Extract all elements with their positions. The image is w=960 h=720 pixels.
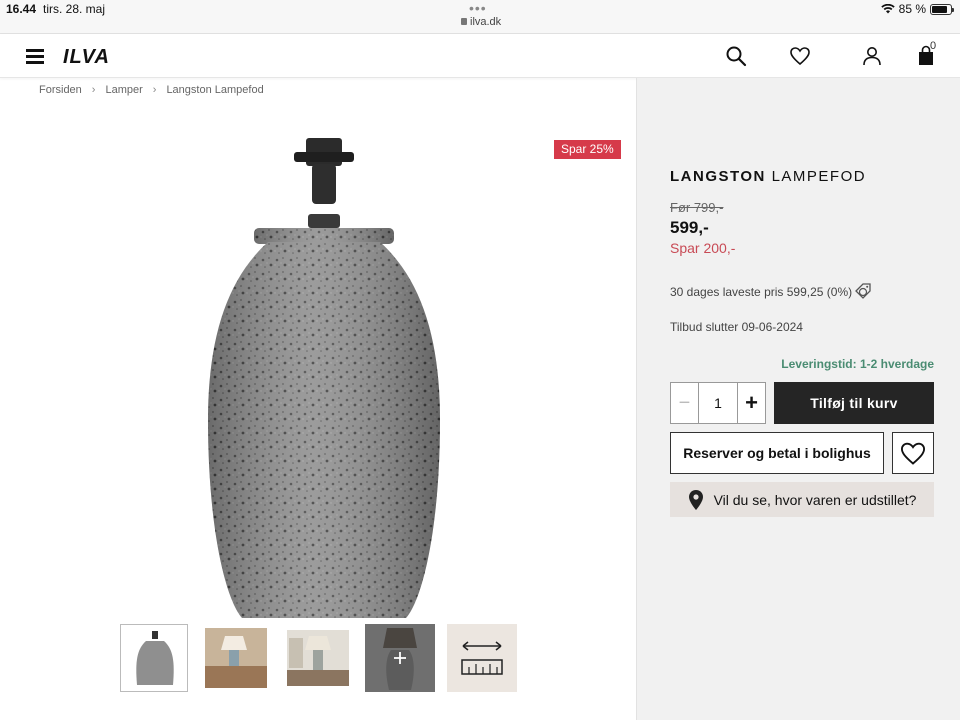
location-pin-icon <box>688 489 703 510</box>
thumbnail-dimensions[interactable] <box>447 624 517 692</box>
offer-end-date: Tilbud slutter 09-06-2024 <box>670 320 803 334</box>
breadcrumb-separator: › <box>91 84 96 96</box>
breadcrumb-separator: › <box>152 84 157 96</box>
battery-level: 85 % <box>898 2 926 16</box>
wishlist-button[interactable] <box>892 432 934 474</box>
address-bar[interactable]: ilva.dk <box>461 16 501 28</box>
status-date: tirs. 28. maj <box>43 2 106 16</box>
lock-icon <box>461 18 467 25</box>
lamp-base-thumbnail-image <box>136 631 174 685</box>
lamp-with-shade-thumbnail-image <box>365 624 435 692</box>
battery-icon <box>930 3 954 15</box>
thumbnail-more[interactable] <box>365 624 435 692</box>
showroom-label: Vil du se, hvor varen er udstillet? <box>713 491 917 508</box>
thumbnail-1[interactable] <box>120 624 188 692</box>
status-time: 16.44 <box>6 2 37 16</box>
reserve-button[interactable]: Reserver og betal i bolighus <box>670 432 884 474</box>
breadcrumb-item: Langston Lampefod <box>166 84 264 96</box>
product-title-rest: LAMPEFOD <box>771 168 867 185</box>
product-image[interactable] <box>190 130 460 620</box>
tab-dots[interactable]: ••• <box>469 0 487 16</box>
room-scene-thumbnail-image <box>287 630 349 686</box>
brand-logo[interactable]: ILVA <box>63 46 110 69</box>
breadcrumb-item[interactable]: Forsiden <box>39 84 82 96</box>
search-icon[interactable] <box>724 44 748 68</box>
menu-icon[interactable] <box>26 49 44 64</box>
product-title-strong: LANGSTON <box>670 168 766 185</box>
cart-count-badge: 0 <box>930 40 937 52</box>
old-price: Før 799,- <box>670 200 724 215</box>
status-bar: 16.44 tirs. 28. maj ••• ilva.dk 85 % <box>0 0 960 34</box>
thumbnail-2[interactable] <box>205 628 267 688</box>
user-icon[interactable] <box>860 44 884 68</box>
heart-icon[interactable] <box>788 44 812 68</box>
discount-badge: Spar 25% <box>554 140 621 159</box>
wifi-icon <box>880 4 895 14</box>
quantity-stepper: − 1 + <box>670 382 766 424</box>
delivery-time: Leveringstid: 1-2 hverdage <box>781 357 934 371</box>
price-tag-info-icon[interactable] <box>852 280 874 302</box>
status-right: 85 % <box>880 2 954 16</box>
url-text: ilva.dk <box>470 16 502 28</box>
ruler-icon <box>461 641 503 675</box>
savings-text: Spar 200,- <box>670 240 736 256</box>
breadcrumb-item[interactable]: Lamper <box>105 84 142 96</box>
quantity-value[interactable]: 1 <box>699 383 737 423</box>
room-scene-thumbnail-image <box>205 628 267 688</box>
thumbnail-3[interactable] <box>287 630 349 686</box>
breadcrumb: Forsiden › Lamper › Langston Lampefod <box>39 84 264 96</box>
showroom-locator-button[interactable]: Vil du se, hvor varen er udstillet? <box>670 482 934 517</box>
product-title: LANGSTON LAMPEFOD <box>670 168 866 185</box>
quantity-decrease-button[interactable]: − <box>671 383 699 423</box>
lowest-price-info: 30 dages laveste pris 599,25 (0%) <box>670 285 853 299</box>
heart-icon <box>900 442 926 465</box>
add-to-cart-button[interactable]: Tilføj til kurv <box>774 382 934 424</box>
current-price: 599,- <box>670 218 709 237</box>
top-nav: ILVA 0 <box>0 34 960 78</box>
quantity-increase-button[interactable]: + <box>737 383 765 423</box>
